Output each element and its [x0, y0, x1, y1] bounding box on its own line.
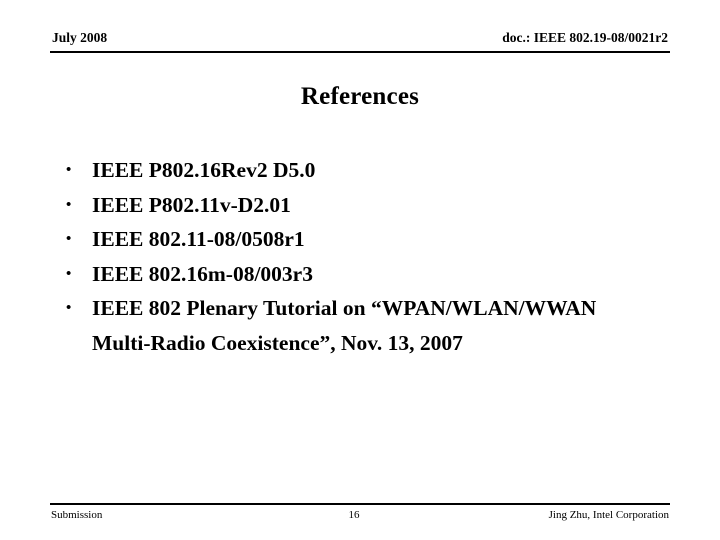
- list-item: • IEEE P802.11v-D2.01: [58, 188, 680, 223]
- list-item-label: IEEE P802.11v-D2.01: [92, 192, 291, 217]
- references-list: • IEEE P802.16Rev2 D5.0 • IEEE P802.11v-…: [58, 153, 680, 360]
- slide-header: July 2008 doc.: IEEE 802.19-08/0021r2: [50, 29, 670, 53]
- list-item-label: IEEE 802.16m-08/003r3: [92, 261, 313, 286]
- bullet-icon: •: [66, 231, 72, 247]
- bullet-icon: •: [66, 196, 72, 213]
- list-item: • IEEE 802.16m-08/003r3: [58, 257, 680, 292]
- bullet-icon: •: [66, 300, 72, 316]
- list-item: • IEEE 802.11-08/0508r1: [58, 222, 680, 257]
- footer-content: Submission 16 Jing Zhu, Intel Corporatio…: [50, 505, 670, 525]
- page-title: References: [300, 83, 420, 110]
- slide: July 2008 doc.: IEEE 802.19-08/0021r2 Re…: [0, 0, 720, 540]
- footer-author-label: Jing Zhu, Intel Corporation: [548, 509, 669, 521]
- bullet-icon: •: [66, 162, 72, 178]
- list-item-label: IEEE 802.11-08/0508r1: [92, 227, 305, 251]
- list-item-label: IEEE P802.16Rev2 D5.0: [92, 158, 316, 182]
- list-item-label: IEEE 802 Plenary Tutorial on “WPAN/WLAN/…: [92, 296, 597, 355]
- list-item: • IEEE 802 Plenary Tutorial on “WPAN/WLA…: [58, 291, 680, 360]
- bullet-icon: •: [66, 265, 72, 282]
- header-date: July 2008: [52, 30, 108, 45]
- slide-footer: Submission 16 Jing Zhu, Intel Corporatio…: [50, 503, 670, 525]
- header-doc-number: doc.: IEEE 802.19-08/0021r2: [502, 30, 668, 45]
- list-item: • IEEE P802.16Rev2 D5.0: [58, 153, 680, 188]
